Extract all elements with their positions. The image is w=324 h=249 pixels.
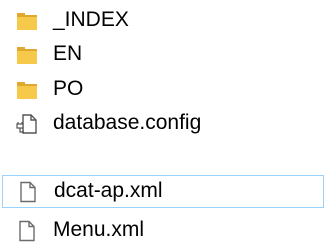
document-icon (16, 220, 38, 242)
list-item-po-folder[interactable]: PO (0, 73, 324, 106)
file-list: _INDEX EN PO database.config dcat-ap.xml… (0, 0, 324, 249)
list-item-database-config[interactable]: database.config (0, 107, 324, 140)
list-item-dcat-ap-xml[interactable]: dcat-ap.xml (2, 175, 324, 208)
file-name: Menu.xml (53, 218, 145, 241)
file-name: _INDEX (53, 8, 129, 31)
document-icon (17, 181, 39, 203)
list-item-en-folder[interactable]: EN (0, 38, 324, 71)
list-item-index-folder[interactable]: _INDEX (0, 4, 324, 37)
file-name: PO (53, 77, 84, 100)
file-name: database.config (53, 111, 202, 134)
folder-icon (16, 79, 38, 101)
config-file-icon (16, 113, 38, 135)
file-name: EN (53, 42, 83, 65)
list-item-menu-xml[interactable]: Menu.xml (0, 214, 324, 247)
file-name: dcat-ap.xml (54, 179, 163, 202)
folder-icon (16, 44, 38, 66)
folder-icon (16, 10, 38, 32)
